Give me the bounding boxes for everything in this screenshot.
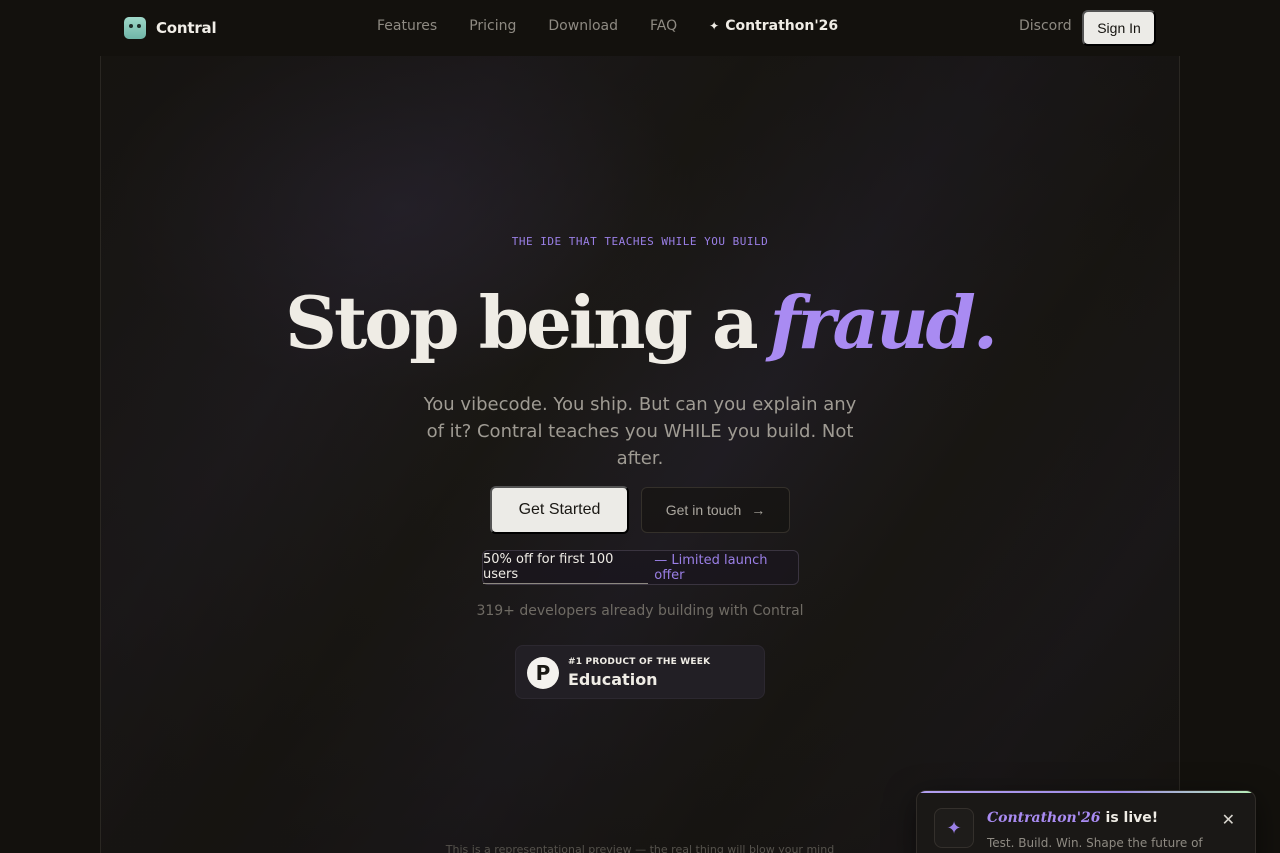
contrathon-toast[interactable]: ✦ Contrathon'26 is live! Test. Build. Win… xyxy=(916,790,1256,853)
product-hunt-icon: P xyxy=(527,657,559,689)
get-in-touch-label: Get in touch xyxy=(665,502,742,518)
sign-in-button[interactable]: Sign In xyxy=(1082,10,1156,46)
brand-name: Contral xyxy=(156,19,217,37)
hero-subhead: You vibecode. You ship. But can you expl… xyxy=(423,394,857,469)
badge-caption: #1 PRODUCT OF THE WEEK xyxy=(568,657,711,667)
hero-eyebrow: THE IDE THAT TEACHES WHILE YOU BUILD xyxy=(511,235,769,248)
offer-sub-text: — Limited launch offer xyxy=(654,552,768,583)
hero-headline: Stop being a fraud. xyxy=(0,278,1280,368)
nav-link-faq[interactable]: FAQ xyxy=(650,18,677,34)
get-in-touch-button[interactable]: Get in touch → xyxy=(641,487,790,533)
offer-banner[interactable]: 50% off for first 100 users — Limited la… xyxy=(482,550,799,585)
badge-title: Education xyxy=(568,670,658,689)
toast-body: Test. Build. Win. Shape the future of xyxy=(987,836,1203,850)
get-started-button[interactable]: Get Started xyxy=(490,486,629,534)
offer-main-text: 50% off for first 100 users xyxy=(483,552,649,584)
toast-title-rest: is live! xyxy=(1105,810,1159,826)
headline-main: Stop being a xyxy=(285,280,759,365)
nav-link-contrathon-label: Contrathon'26 xyxy=(725,18,839,34)
top-nav: Contral Features Pricing Download FAQ ✦ … xyxy=(0,0,1280,56)
brand[interactable]: Contral xyxy=(124,17,217,39)
discord-link[interactable]: Discord xyxy=(1019,18,1072,34)
nav-link-contrathon[interactable]: ✦ Contrathon'26 xyxy=(709,18,838,34)
nav-links: Features Pricing Download FAQ ✦ Contrath… xyxy=(377,18,838,34)
nav-link-pricing[interactable]: Pricing xyxy=(469,18,516,34)
social-proof: 319+ developers already building with Co… xyxy=(476,603,804,619)
toast-title: Contrathon'26 is live! xyxy=(987,810,1158,826)
arrow-right-icon: → xyxy=(751,502,766,518)
brand-logo-icon xyxy=(124,17,146,39)
sparkle-icon: ✦ xyxy=(709,19,720,33)
sparkle-icon: ✦ xyxy=(934,808,974,848)
close-icon[interactable]: ✕ xyxy=(1222,810,1235,829)
nav-link-download[interactable]: Download xyxy=(548,18,618,34)
product-hunt-badge[interactable]: P #1 PRODUCT OF THE WEEK Education xyxy=(515,645,765,699)
toast-title-accent: Contrathon'26 xyxy=(987,810,1101,826)
headline-accent: fraud. xyxy=(769,280,998,365)
nav-link-features[interactable]: Features xyxy=(377,18,437,34)
